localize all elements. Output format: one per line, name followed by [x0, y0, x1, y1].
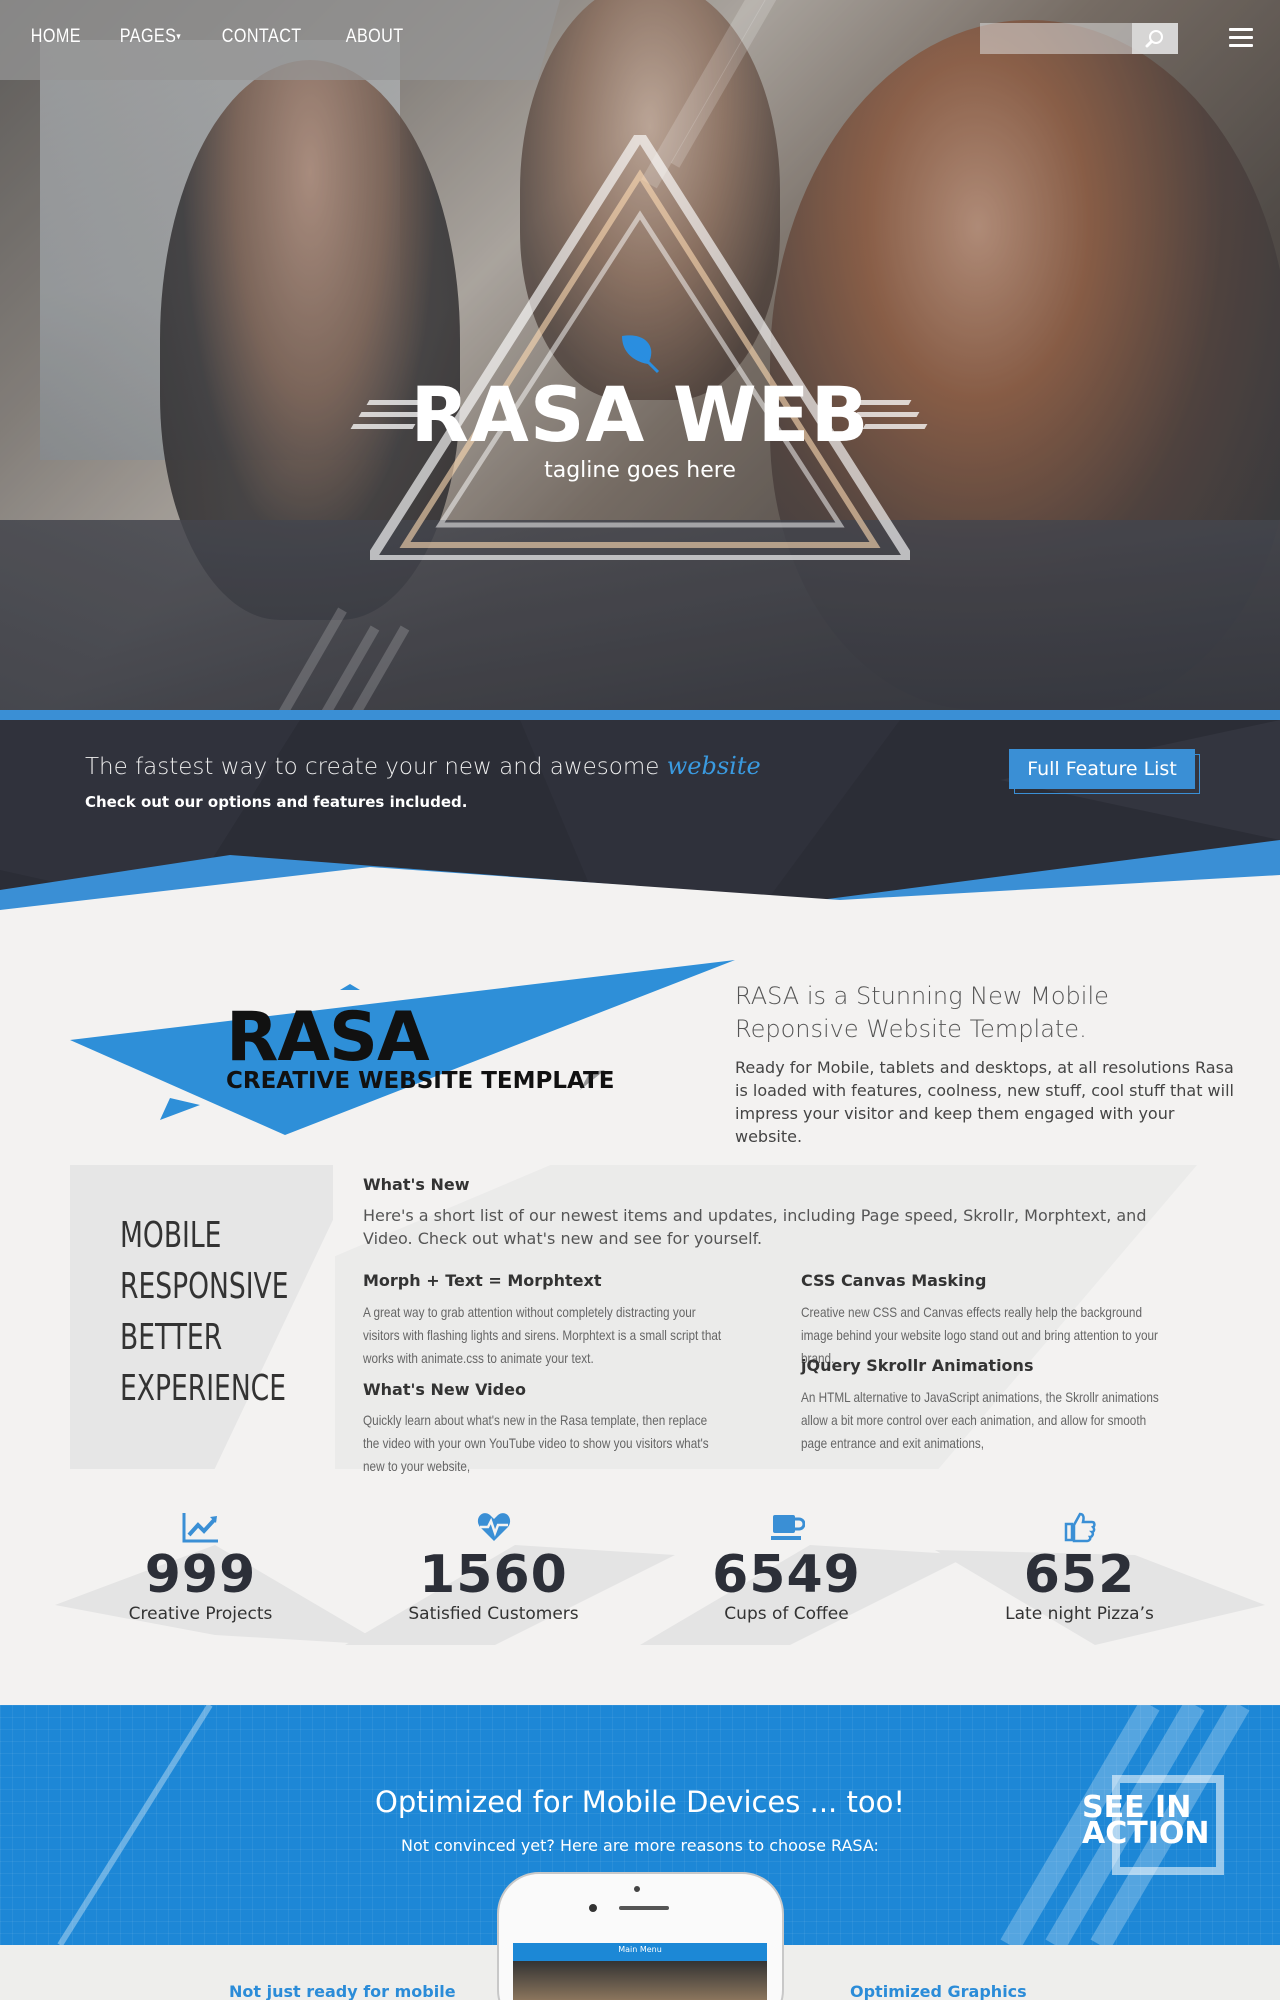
nav-link-pages-label: PAGES [119, 26, 177, 47]
stat-value: 1560 [419, 1545, 568, 1605]
stat-label: Satisfied Customers [408, 1604, 579, 1624]
feature-body: An HTML alternative to JavaScript animat… [801, 1389, 1159, 1451]
feature-title: What's New Video [363, 1380, 526, 1399]
phone-menu-label: Main Menu [618, 1945, 662, 1954]
stat-item: 6549 Cups of Coffee [639, 1508, 934, 1624]
phone-earpiece [619, 1906, 669, 1910]
full-feature-list-button[interactable]: Full Feature List [1009, 749, 1195, 789]
feature-left-line: BETTER [120, 1317, 223, 1358]
stat-value: 999 [144, 1545, 257, 1605]
cta-headline: The fastest way to create your new and a… [85, 752, 761, 780]
heartbeat-icon [346, 1508, 641, 1546]
cta-band: The fastest way to create your new and a… [0, 720, 1280, 910]
feature-title: CSS Canvas Masking [801, 1271, 987, 1290]
menu-icon[interactable] [1229, 28, 1253, 48]
stat-label: Creative Projects [128, 1604, 273, 1624]
nav-links: HOME PAGES▾ CONTACT ABOUT [18, 26, 431, 48]
intro-heading: RASA is a Stunning New Mobile Reponsive … [735, 982, 1109, 1043]
feature-title: Morph + Text = Morphtext [363, 1271, 602, 1290]
feature-link-mobile[interactable]: Not just ready for mobile [229, 1982, 456, 2000]
nav-link-contact[interactable]: CONTACT [209, 26, 314, 48]
feature-left-line: RESPONSIVE [120, 1266, 289, 1307]
feature-left-line: EXPERIENCE [120, 1368, 287, 1409]
caret-down-icon: ▾ [176, 31, 182, 43]
hero-title: RASA WEB [410, 370, 870, 459]
stat-item: 999 Creative Projects [53, 1508, 348, 1624]
see-in-action-line: ACTION [1082, 1816, 1210, 1851]
nav-link-about[interactable]: ABOUT [333, 26, 416, 48]
feature-left-line: MOBILE [120, 1215, 222, 1256]
line-chart-icon [53, 1508, 348, 1546]
stat-label: Cups of Coffee [724, 1604, 849, 1624]
rasa-logo-subtitle: CREATIVE WEBSITE TEMPLATE [226, 1068, 615, 1094]
accent-divider [0, 710, 1280, 720]
cta-subtext: Check out our options and features inclu… [85, 793, 468, 811]
leaf-icon [622, 335, 660, 374]
phone-camera [589, 1904, 597, 1912]
cta-headline-main: The fastest way to create your new and a… [85, 754, 667, 780]
stat-value: 6549 [712, 1545, 861, 1605]
feature-title: jQuery Skrollr Animations [801, 1356, 1034, 1375]
search-icon [1145, 29, 1163, 47]
feature-link-graphics[interactable]: Optimized Graphics [850, 1982, 1027, 2000]
see-in-action-button[interactable]: SEE IN ACTION [1082, 1793, 1210, 1851]
phone-speaker-dot [634, 1886, 640, 1892]
feature-left-text: MOBILE RESPONSIVE BETTER EXPERIENCE [120, 1210, 289, 1414]
rasa-logo-word: RASA [226, 998, 430, 1077]
nav-link-home[interactable]: HOME [18, 26, 94, 48]
thumbs-up-icon [932, 1508, 1227, 1546]
coffee-cup-icon [639, 1508, 934, 1546]
feature-body: Quickly learn about what's new in the Ra… [363, 1412, 709, 1474]
stat-value: 652 [1023, 1545, 1136, 1605]
feature-body: A great way to grab attention without co… [363, 1304, 722, 1366]
whats-new-body: Here's a short list of our newest items … [363, 1206, 1147, 1248]
intro-body: Ready for Mobile, tablets and desktops, … [735, 1058, 1234, 1146]
nav-link-pages[interactable]: PAGES▾ [107, 26, 194, 48]
whats-new-title: What's New [363, 1175, 470, 1194]
search-button[interactable] [1132, 23, 1178, 54]
stat-item: 1560 Satisfied Customers [346, 1508, 641, 1624]
stat-item: 652 Late night Pizza’s [932, 1508, 1227, 1624]
hero-tagline: tagline goes here [544, 458, 736, 483]
cta-headline-accent: website [666, 752, 761, 780]
stat-label: Late night Pizza’s [1005, 1604, 1154, 1624]
